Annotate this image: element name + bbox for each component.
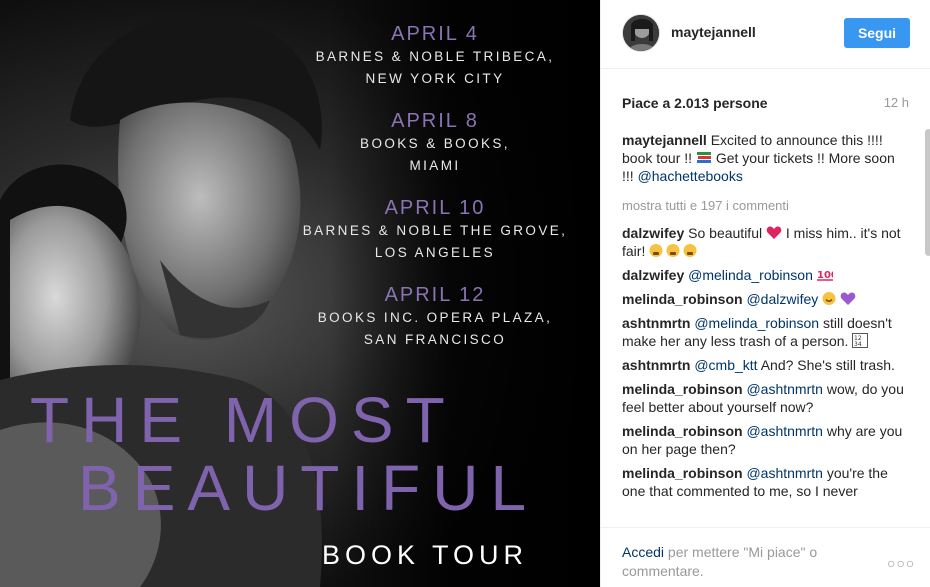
comment: melinda_robinson @dalzwifey [622,290,905,308]
comment-mention[interactable]: @ashtnmrtn [746,465,822,481]
caption: maytejannell Excited to announce this !!… [622,131,905,185]
event-city: MIAMI [409,158,461,173]
one-two-three-four-emoji-icon: 1234 [852,333,869,348]
caption-username[interactable]: maytejannell [622,132,707,148]
weary-faces-emoji-icon [649,244,697,257]
books-emoji-icon [696,152,711,163]
tour-event: APRIL 4 BARNES & NOBLE TRIBECA, NEW YORK… [300,22,570,90]
comment: melinda_robinson @ashtnmrtn why are you … [622,422,905,458]
comment-mention[interactable]: @ashtnmrtn [746,381,822,397]
comment-username[interactable]: ashtnmrtn [622,357,690,373]
login-prompt: Accedi per mettere "Mi piace" o commenta… [622,543,862,581]
heart-emoji-icon [766,226,782,239]
post-image[interactable]: APRIL 4 BARNES & NOBLE TRIBECA, NEW YORK… [0,0,600,587]
comment-username[interactable]: ashtnmrtn [622,315,690,331]
comments-scrollbar[interactable] [925,127,930,525]
comment: dalzwifey So beautiful I miss him.. it's… [622,224,905,260]
event-city: LOS ANGELES [374,245,496,260]
comment-mention[interactable]: @cmb_ktt [694,357,757,373]
poster-title-line2: BEAUTIFUL [78,452,539,524]
ellipsis-icon[interactable]: ○○○ [887,555,915,571]
tour-event: APRIL 8 BOOKS & BOOKS, MIAMI [300,109,570,177]
avatar-photo [623,15,659,51]
comment-mention[interactable]: @dalzwifey [746,291,818,307]
comment: ashtnmrtn @cmb_ktt And? She's still tras… [622,356,905,374]
comment-username[interactable]: melinda_robinson [622,465,743,481]
event-venue: BOOKS & BOOKS, [360,136,510,151]
tour-event: APRIL 12 BOOKS INC. OPERA PLAZA, SAN FRA… [300,283,570,351]
event-date: APRIL 4 [391,23,479,45]
comment-mention[interactable]: @ashtnmrtn [746,423,822,439]
scrollbar-thumb[interactable] [925,129,930,256]
tour-events: APRIL 4 BARNES & NOBLE TRIBECA, NEW YORK… [300,22,570,370]
post-header: maytejannell Segui [601,0,930,69]
event-date: APRIL 12 [384,284,486,306]
comment: ashtnmrtn @melinda_robinson still doesn'… [622,314,905,350]
post-timestamp[interactable]: 12 h [884,95,909,110]
footer-divider [601,527,930,528]
likes-count[interactable]: Piace a 2.013 persone [622,95,768,111]
post-author-username[interactable]: maytejannell [671,24,756,40]
event-city: SAN FRANCISCO [363,332,507,347]
comment-username[interactable]: melinda_robinson [622,291,743,307]
svg-text:34: 34 [854,341,862,348]
smile-purple-heart-emoji-icon [822,292,856,305]
comment: dalzwifey @melinda_robinson 100 [622,266,905,284]
comments-list: maytejannell Excited to announce this !!… [622,131,905,527]
follow-button[interactable]: Segui [844,18,910,48]
event-date: APRIL 8 [391,110,479,132]
comment-username[interactable]: melinda_robinson [622,423,743,439]
avatar[interactable] [622,14,660,52]
poster-subtitle: BOOK TOUR [322,540,529,570]
hundred-points-emoji-icon: 100 [816,270,833,281]
event-date: APRIL 10 [384,197,486,219]
event-venue: BOOKS INC. OPERA PLAZA, [317,310,553,325]
post-sidebar: maytejannell Segui Piace a 2.013 persone… [600,0,930,587]
comment-username[interactable]: melinda_robinson [622,381,743,397]
comment-mention[interactable]: @melinda_robinson [694,315,819,331]
comment: melinda_robinson @ashtnmrtn you're the o… [622,464,905,500]
comment: melinda_robinson @ashtnmrtn wow, do you … [622,380,905,416]
event-city: NEW YORK CITY [365,71,505,86]
comment-username[interactable]: dalzwifey [622,267,684,283]
event-venue: BARNES & NOBLE THE GROVE, [302,223,568,238]
tour-event: APRIL 10 BARNES & NOBLE THE GROVE, LOS A… [300,196,570,264]
comment-text: And? She's still trash. [757,357,895,373]
poster-title-line1: THE MOST [30,384,457,456]
view-all-comments-link[interactable]: mostra tutti e 197 i commenti [622,197,905,215]
instagram-post-view: APRIL 4 BARNES & NOBLE TRIBECA, NEW YORK… [0,0,930,587]
comment-mention[interactable]: @melinda_robinson [688,267,813,283]
event-venue: BARNES & NOBLE TRIBECA, [315,49,555,64]
login-link[interactable]: Accedi [622,544,664,560]
comment-text: So beautiful [684,225,766,241]
comment-username[interactable]: dalzwifey [622,225,684,241]
caption-mention[interactable]: @hachettebooks [638,168,743,184]
